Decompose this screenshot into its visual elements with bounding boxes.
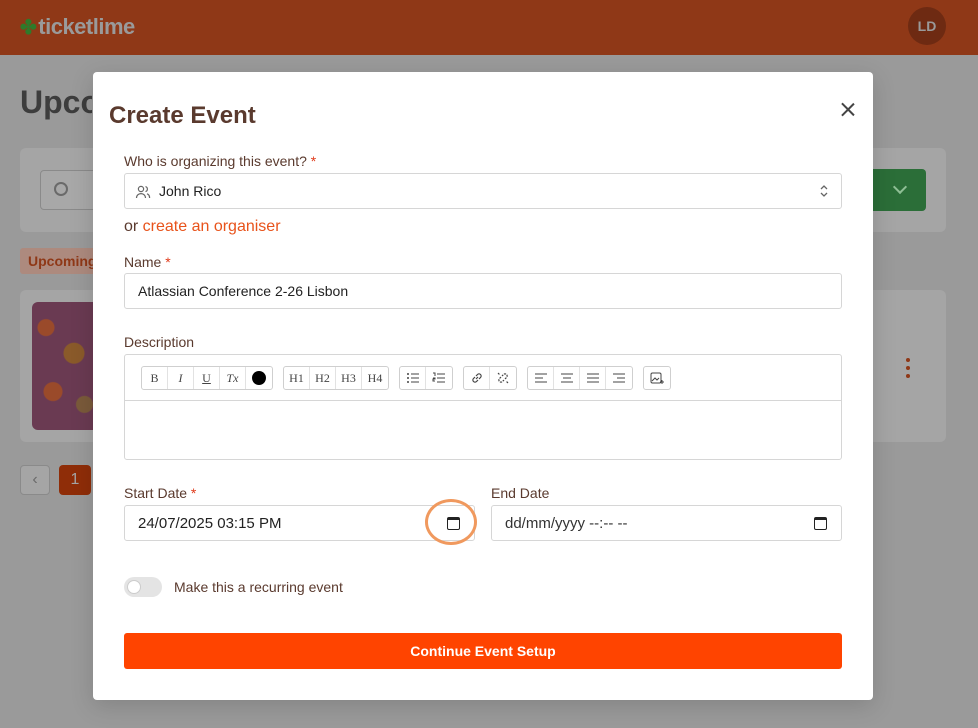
organizer-label: Who is organizing this event? *	[124, 153, 317, 169]
start-date-label: Start Date *	[124, 485, 197, 501]
bold-button[interactable]: B	[142, 367, 168, 389]
name-label: Name *	[124, 254, 171, 270]
users-icon	[135, 185, 151, 199]
media-group	[643, 366, 671, 390]
create-organiser-line: or create an organiser	[124, 218, 281, 235]
required-mark: *	[310, 153, 317, 169]
ordered-list-button[interactable]	[426, 367, 452, 389]
user-avatar[interactable]: LD	[908, 7, 946, 45]
event-thumbnail	[32, 302, 102, 430]
calendar-icon[interactable]	[814, 517, 827, 530]
chevron-up-down-icon	[820, 185, 828, 197]
search-icon	[54, 182, 68, 196]
h4-button[interactable]: H4	[362, 367, 388, 389]
end-date-input[interactable]: dd/mm/yyyy --:-- --	[491, 505, 842, 541]
page-title: Upcoming Events	[20, 84, 92, 120]
text-color-button[interactable]	[246, 367, 272, 389]
description-label: Description	[124, 334, 195, 350]
tab-upcoming[interactable]: Upcoming	[20, 248, 100, 274]
h1-button[interactable]: H1	[284, 367, 310, 389]
insert-image-button[interactable]	[644, 367, 670, 389]
continue-event-setup-button[interactable]: Continue Event Setup	[124, 633, 842, 669]
description-editor[interactable]: B I U Tx H1 H2 H3 H4	[124, 354, 842, 460]
h3-button[interactable]: H3	[336, 367, 362, 389]
end-date-value: dd/mm/yyyy --:-- --	[505, 514, 628, 532]
heading-group: H1 H2 H3 H4	[283, 366, 389, 390]
h2-button[interactable]: H2	[310, 367, 336, 389]
link-icon	[471, 373, 482, 383]
unlink-icon	[497, 372, 509, 384]
align-left-icon	[534, 373, 547, 383]
align-justify-icon	[586, 373, 599, 383]
underline-button[interactable]: U	[194, 367, 220, 389]
required-mark: *	[165, 254, 171, 270]
recurring-toggle[interactable]	[124, 577, 162, 597]
start-date-value: 24/07/2025 03:15 PM	[138, 514, 282, 532]
organizer-value: John Rico	[159, 183, 222, 199]
bullet-list-button[interactable]	[400, 367, 426, 389]
align-justify-button[interactable]	[580, 367, 606, 389]
link-group	[463, 366, 517, 390]
align-right-icon	[613, 373, 625, 383]
start-date-input[interactable]: 24/07/2025 03:15 PM	[124, 505, 475, 541]
insert-link-button[interactable]	[464, 367, 490, 389]
modal-title: Create Event	[109, 102, 256, 129]
format-group: B I U Tx	[141, 366, 273, 390]
list-group	[399, 366, 453, 390]
color-dot-icon	[252, 371, 266, 385]
clear-format-button[interactable]: Tx	[220, 367, 246, 389]
align-right-button[interactable]	[606, 367, 632, 389]
unlink-button[interactable]	[490, 367, 516, 389]
align-left-button[interactable]	[528, 367, 554, 389]
top-navbar: ✤ ticketlime LD	[0, 0, 978, 55]
align-group	[527, 366, 633, 390]
pager-prev-button[interactable]: ‹	[20, 465, 50, 495]
create-organiser-link[interactable]: create an organiser	[143, 218, 281, 235]
close-icon[interactable]	[838, 100, 858, 120]
recurring-label: Make this a recurring event	[174, 579, 343, 595]
ordered-list-icon	[432, 372, 445, 383]
image-add-icon	[650, 372, 664, 384]
align-center-button[interactable]	[554, 367, 580, 389]
bullet-list-icon	[406, 373, 419, 383]
name-input[interactable]	[124, 273, 842, 309]
more-options-icon[interactable]	[906, 358, 912, 378]
create-event-modal: Create Event Who is organizing this even…	[93, 72, 873, 700]
calendar-icon[interactable]	[447, 517, 460, 530]
logo-mark-icon: ✤	[20, 16, 37, 39]
pager-page-1[interactable]: 1	[59, 465, 91, 495]
italic-button[interactable]: I	[168, 367, 194, 389]
logo-text: ticketlime	[38, 14, 135, 39]
end-date-label: End Date	[491, 485, 550, 501]
toggle-knob	[127, 580, 141, 594]
app-logo[interactable]: ✤ ticketlime	[20, 14, 135, 40]
align-center-icon	[560, 373, 573, 383]
required-mark: *	[190, 485, 197, 501]
organizer-select[interactable]: John Rico	[124, 173, 842, 209]
editor-toolbar: B I U Tx H1 H2 H3 H4	[125, 355, 841, 401]
